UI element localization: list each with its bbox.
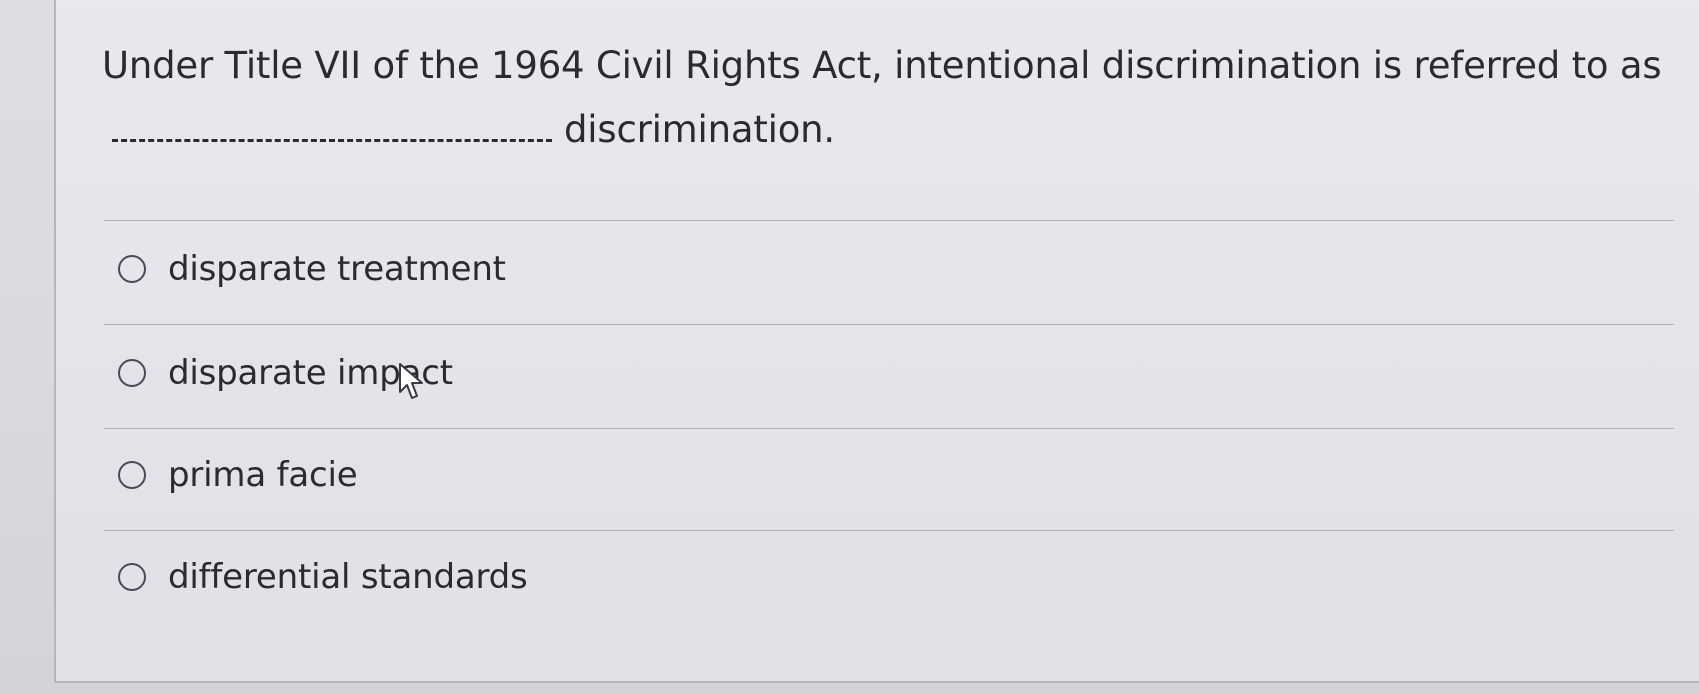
divider (104, 220, 1674, 221)
option-differential-standards[interactable]: differential standards (118, 554, 528, 600)
option-label: prima facie (168, 455, 358, 495)
fill-in-blank (112, 118, 552, 142)
radio-button-icon[interactable] (118, 359, 146, 387)
question-text: Under Title VII of the 1964 Civil Rights… (102, 34, 1662, 162)
radio-button-icon[interactable] (118, 461, 146, 489)
arrow-cursor-icon (399, 363, 423, 399)
divider (104, 428, 1674, 429)
divider (104, 324, 1674, 325)
screen: Under Title VII of the 1964 Civil Rights… (0, 0, 1699, 693)
divider (104, 530, 1674, 531)
question-suffix: discrimination. (564, 108, 835, 151)
option-label: differential standards (168, 557, 528, 597)
radio-button-icon[interactable] (118, 255, 146, 283)
option-prima-facie[interactable]: prima facie (118, 452, 358, 498)
option-label: disparate treatment (168, 249, 506, 289)
question-prefix: Under Title VII of the 1964 Civil Rights… (102, 44, 1662, 87)
option-disparate-treatment[interactable]: disparate treatment (118, 246, 506, 292)
radio-button-icon[interactable] (118, 563, 146, 591)
